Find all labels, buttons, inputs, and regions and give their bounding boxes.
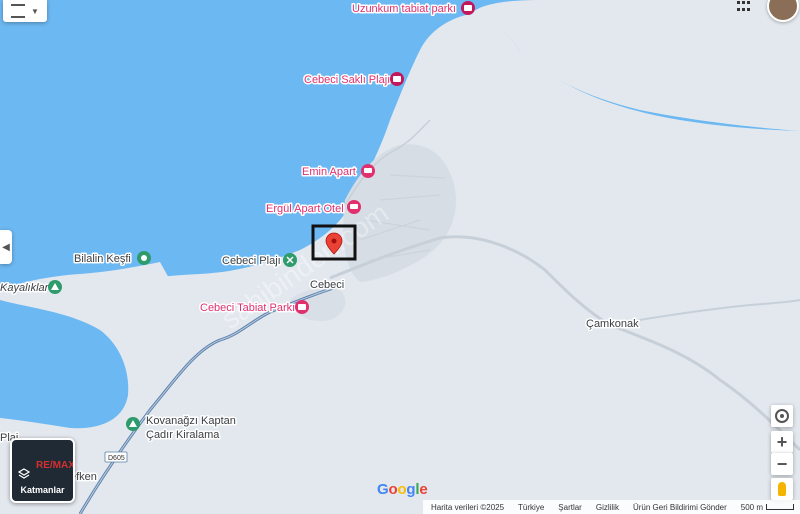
village-camkonak-label: Çamkonak <box>586 318 639 330</box>
poi-sakli-label: Cebeci Saklı Plajı <box>304 74 390 86</box>
map-canvas[interactable]: sahibinden.com Uzunkum tabiat parkı Cebe… <box>0 0 800 514</box>
map-type-dropdown[interactable]: ▼ <box>3 0 47 22</box>
zoom-out-button[interactable]: − <box>771 453 793 475</box>
chevron-down-icon: ▼ <box>31 6 39 16</box>
poi-kovan-label-2: Çadır Kiralama <box>146 429 220 441</box>
attribution-bar: Harita verileri ©2025 Türkiye Şartlar Gi… <box>423 500 800 514</box>
plus-icon: + <box>776 431 788 452</box>
poi-ergul-label: Ergül Apart Otel <box>266 203 344 215</box>
zoom-in-button[interactable]: + <box>771 431 793 453</box>
poi-emin-label: Emin Apart <box>302 166 356 178</box>
poi-kayalik-label: Kayalıklar <box>0 282 50 294</box>
terms-link[interactable]: Şartlar <box>558 503 582 512</box>
crosshair-icon <box>775 409 789 423</box>
minus-icon: − <box>776 453 788 474</box>
pegman-icon <box>778 482 786 496</box>
layers-label: Katmanlar <box>20 485 65 495</box>
collapse-panel-button[interactable]: ◀ <box>0 230 12 264</box>
feedback-link[interactable]: Ürün Geri Bildirimi Gönder <box>633 503 727 512</box>
street-view-button[interactable] <box>771 478 793 500</box>
poi-plaj-label: Cebeci Plajı <box>222 255 281 267</box>
privacy-link[interactable]: Gizlilik <box>596 503 619 512</box>
poi-kayaliklar[interactable]: Kayalıklar <box>0 280 62 296</box>
poi-cebeci-plaji[interactable]: Cebeci Plajı <box>221 253 297 269</box>
layers-icon <box>18 468 30 479</box>
apps-grid-icon[interactable] <box>737 1 751 13</box>
poi-uzunkum-label: Uzunkum tabiat parkı <box>352 3 456 15</box>
poi-emin-apart[interactable]: Emin Apart <box>301 164 375 180</box>
watermark-logo: RE/MAX <box>36 460 75 471</box>
poi-kovan-label-1: Kovanağzı Kaptan <box>146 415 236 427</box>
google-logo: Google <box>377 481 428 498</box>
map-data-text: Harita verileri ©2025 <box>431 502 505 512</box>
road-shield-label: D605 <box>108 455 125 462</box>
country-link[interactable]: Türkiye <box>518 503 544 512</box>
poi-bilal-label: Bilalin Keşfi <box>74 253 131 265</box>
chevron-left-icon: ◀ <box>2 241 10 253</box>
scale-line <box>766 504 794 510</box>
poi-cebeci-tabiat-parki[interactable]: Cebeci Tabiat Parkı <box>199 300 309 316</box>
poi-bilalin-kesfi[interactable]: Bilalin Keşfi <box>73 251 151 267</box>
scale-bar[interactable]: 500 m <box>741 503 794 512</box>
menu-icon <box>11 4 26 18</box>
layers-button[interactable]: RE/MAX Katmanlar <box>10 438 75 503</box>
town-cebeci-label: Cebeci <box>310 279 344 291</box>
my-location-button[interactable] <box>771 405 793 427</box>
poi-sakli-plaji[interactable]: Cebeci Saklı Plajı <box>303 72 404 88</box>
poi-tabiat-label: Cebeci Tabiat Parkı <box>200 302 295 314</box>
